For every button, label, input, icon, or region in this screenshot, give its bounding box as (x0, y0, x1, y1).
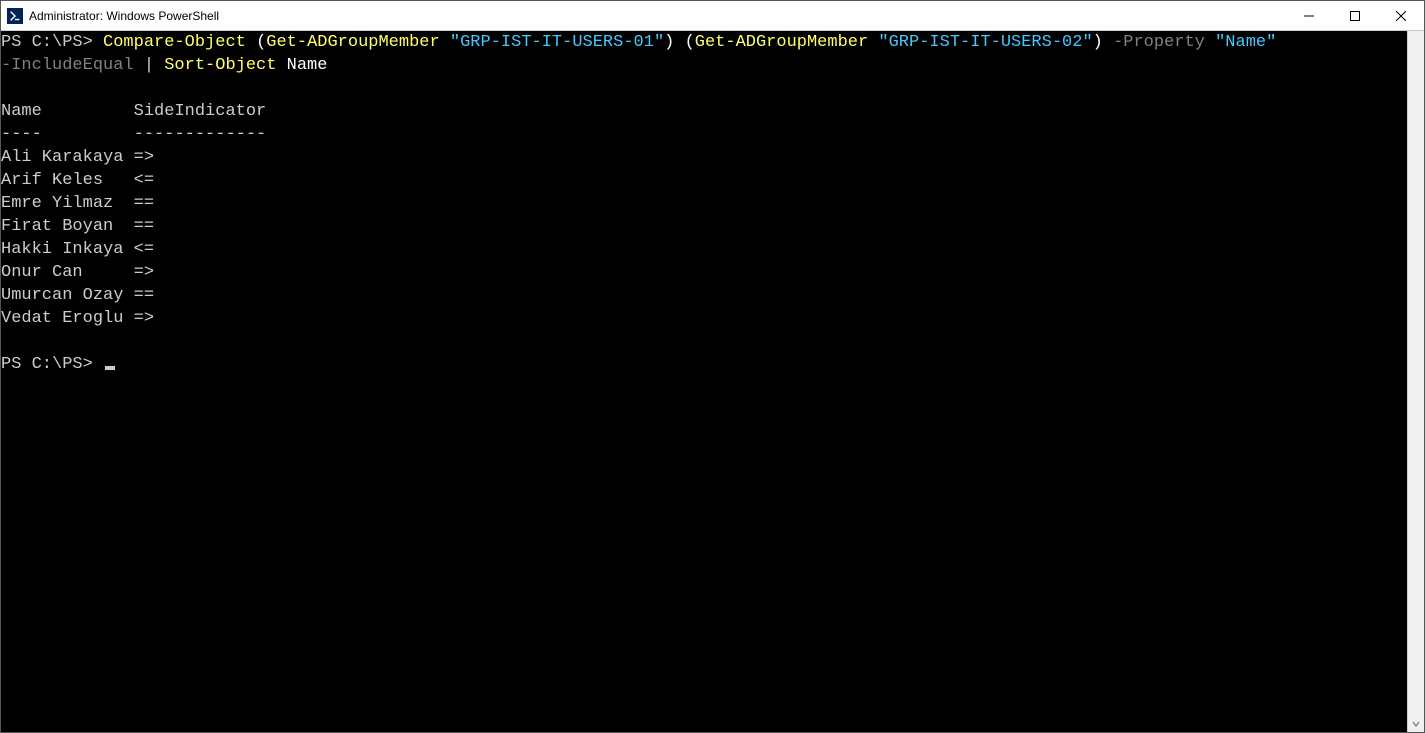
output-header-side: SideIndicator (134, 102, 267, 121)
paren-open-1: ( (256, 33, 266, 52)
string-group-2: "GRP-IST-IT-USERS-02" (878, 33, 1092, 52)
cmdlet-get-adgroupmember-2: Get-ADGroupMember (695, 33, 868, 52)
prompt-1: PS C:\PS> (1, 33, 93, 52)
paren-close-1: ) (664, 33, 674, 52)
window-title: Administrator: Windows PowerShell (29, 9, 219, 23)
terminal-content: PS C:\PS> Compare-Object (Get-ADGroupMem… (1, 31, 1424, 376)
paren-close-2: ) (1093, 33, 1103, 52)
maximize-button[interactable] (1332, 1, 1378, 31)
pipe-symbol: | (144, 56, 154, 75)
powershell-window: Administrator: Windows PowerShell PS C:\… (0, 0, 1425, 733)
output-rows: Ali Karakaya => Arif Keles <= Emre Yilma… (1, 148, 154, 328)
close-icon (1396, 11, 1406, 21)
scrollbar-arrow-down-icon[interactable] (1408, 715, 1424, 732)
cursor (105, 366, 115, 370)
cmdlet-get-adgroupmember-1: Get-ADGroupMember (266, 33, 439, 52)
param-property: -Property (1113, 33, 1205, 52)
close-button[interactable] (1378, 1, 1424, 31)
prompt-2: PS C:\PS> (1, 355, 93, 374)
vertical-scrollbar[interactable] (1407, 31, 1424, 732)
output-header-name: Name (1, 102, 42, 121)
string-name: "Name" (1215, 33, 1276, 52)
output-sep-name: ---- (1, 125, 42, 144)
cmdlet-compare-object: Compare-Object (103, 33, 246, 52)
minimize-icon (1304, 11, 1314, 21)
terminal-area[interactable]: PS C:\PS> Compare-Object (Get-ADGroupMem… (1, 31, 1424, 732)
cmdlet-sort-object: Sort-Object (164, 56, 276, 75)
maximize-icon (1350, 11, 1360, 21)
paren-open-2: ( (685, 33, 695, 52)
titlebar[interactable]: Administrator: Windows PowerShell (1, 1, 1424, 31)
string-group-1: "GRP-IST-IT-USERS-01" (450, 33, 664, 52)
param-includeequal: -IncludeEqual (1, 56, 134, 75)
sort-arg: Name (287, 56, 328, 75)
minimize-button[interactable] (1286, 1, 1332, 31)
output-sep-side: ------------- (134, 125, 267, 144)
powershell-icon (7, 8, 23, 24)
